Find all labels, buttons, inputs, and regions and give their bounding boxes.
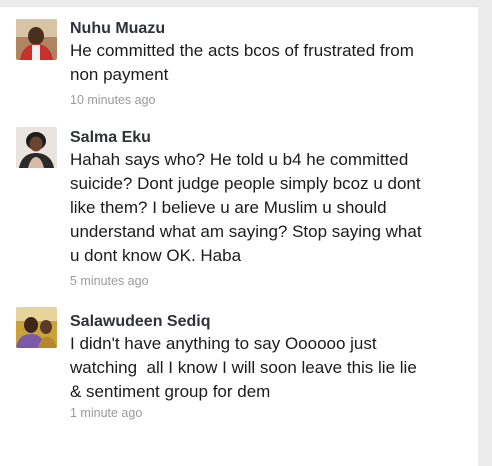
comment-timestamp[interactable]: 5 minutes ago [70,274,149,288]
comment-text-line: suicide? Dont judge people simply bcoz u… [70,174,421,193]
comments-panel: Nuhu Muazu He committed the acts bcos of… [0,6,478,466]
comment-text: I didn't have anything to say Oooooo jus… [70,332,470,404]
comment-text-line: like them? I believe u are Muslim u shou… [70,198,387,217]
comment-text-line: & sentiment group for dem [70,382,271,401]
user-avatar-icon[interactable] [16,307,57,348]
comment-text: He committed the acts bcos of frustrated… [70,39,470,87]
avatar-image [16,307,57,348]
user-avatar-icon[interactable] [16,127,57,168]
comment-author[interactable]: Salma Eku [70,129,151,147]
comment-text-line: Hahah says who? He told u b4 he committe… [70,150,409,169]
comment-text-line: He committed the acts bcos of frustrated… [70,41,414,60]
comment-text-line: u dont know OK. Haba [70,246,242,265]
comment-text-line: I didn't have anything to say Oooooo jus… [70,334,377,353]
avatar-image [16,127,57,168]
comment-text: Hahah says who? He told u b4 he committe… [70,148,470,268]
comment-text-line: understand what am saying? Stop saying w… [70,222,422,241]
comment-author[interactable]: Salawudeen Sediq [70,313,210,331]
user-avatar-icon[interactable] [16,19,57,60]
comment-timestamp[interactable]: 10 minutes ago [70,93,155,107]
comment-text-line: non payment [70,65,169,84]
comment-timestamp[interactable]: 1 minute ago [70,406,142,420]
comment-text-line: watching all I know I will soon leave th… [70,358,417,377]
comment-author[interactable]: Nuhu Muazu [70,20,165,38]
avatar-image [16,19,57,60]
